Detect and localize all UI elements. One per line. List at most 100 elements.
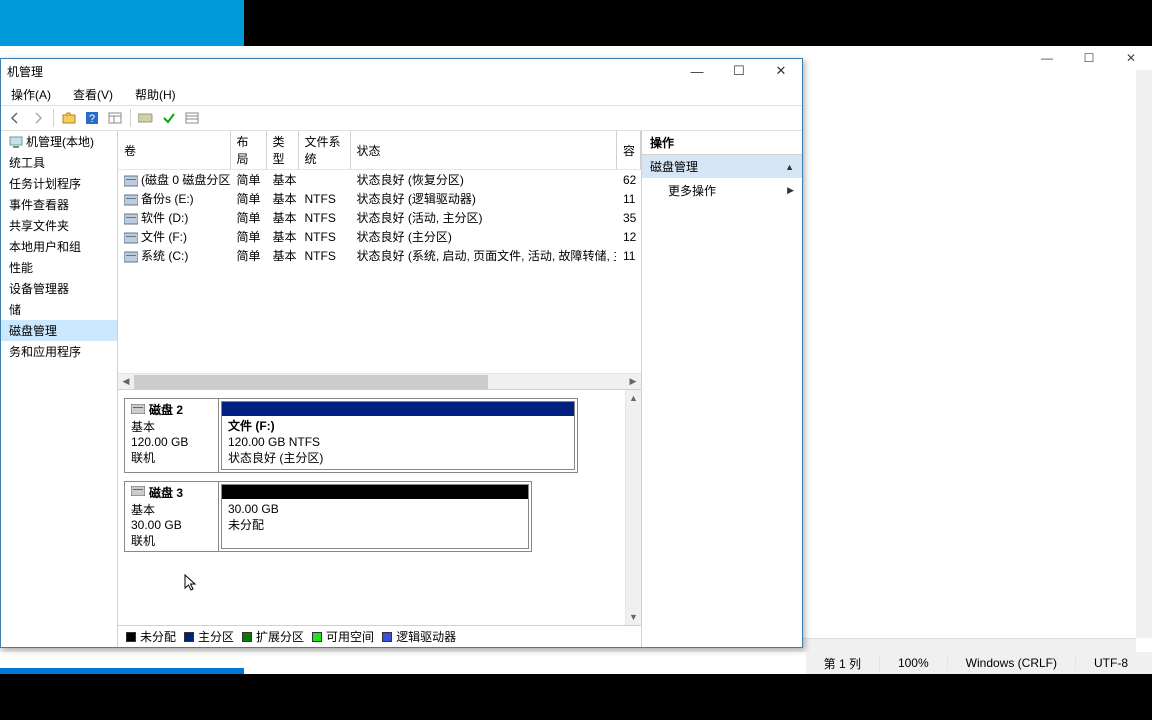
partition-status: 未分配: [228, 517, 522, 533]
table-row[interactable]: 系统 (C:)简单基本NTFS状态良好 (系统, 启动, 页面文件, 活动, 故…: [118, 246, 641, 265]
window-titlebar[interactable]: 机管理 — ☐ ✕: [1, 59, 802, 83]
tree-item-device-manager[interactable]: 设备管理器: [1, 278, 117, 299]
volume-icon: [124, 232, 138, 244]
col-layout[interactable]: 布局: [230, 131, 266, 170]
cell-type: 基本: [266, 208, 298, 227]
bg-minimize-button[interactable]: —: [1026, 46, 1068, 70]
volume-icon: [124, 213, 138, 225]
check-button[interactable]: [159, 108, 179, 128]
maximize-button[interactable]: ☐: [718, 59, 760, 83]
cell-layout: 简单: [230, 208, 266, 227]
up-button[interactable]: [59, 108, 79, 128]
cell-type: 基本: [266, 170, 298, 190]
actions-group-disk-management[interactable]: 磁盘管理 ▲: [642, 155, 802, 178]
refresh-button[interactable]: ?: [82, 108, 102, 128]
scroll-left-icon[interactable]: ◀: [118, 374, 134, 390]
tree-item-local-users[interactable]: 本地用户和组: [1, 236, 117, 257]
titlebar-background: [0, 0, 244, 46]
partition-label: 文件 (F:): [228, 418, 568, 434]
navigation-tree[interactable]: 机管理(本地) 统工具 任务计划程序 事件查看器 共享文件夹 本地用户和组 性能…: [1, 131, 118, 647]
disk-2-info[interactable]: 磁盘 2 基本 120.00 GB 联机: [124, 398, 218, 473]
folder-up-icon: [62, 111, 76, 125]
disk-2-size: 120.00 GB: [131, 435, 212, 449]
tree-item-services[interactable]: 务和应用程序: [1, 341, 117, 362]
scroll-right-icon[interactable]: ▶: [625, 374, 641, 390]
menu-help[interactable]: 帮助(H): [131, 85, 180, 104]
cell-type: 基本: [266, 246, 298, 265]
col-type[interactable]: 类型: [266, 131, 298, 170]
cell-fs: NTFS: [298, 208, 350, 227]
back-button[interactable]: [5, 108, 25, 128]
cell-volume: 软件 (D:): [118, 208, 230, 227]
actions-header: 操作: [642, 131, 802, 155]
col-status[interactable]: 状态: [350, 131, 617, 170]
properties-icon: [108, 111, 122, 125]
minimize-button[interactable]: —: [676, 59, 718, 83]
disk-3-title: 磁盘 3: [149, 484, 183, 501]
hscroll-thumb[interactable]: [134, 375, 488, 389]
disk-3-unallocated[interactable]: 30.00 GB 未分配: [221, 484, 529, 549]
cell-status: 状态良好 (恢复分区): [350, 170, 617, 190]
col-capacity[interactable]: 容: [617, 131, 641, 170]
table-row[interactable]: 软件 (D:)简单基本NTFS状态良好 (活动, 主分区)35: [118, 208, 641, 227]
legend-unallocated: 未分配: [126, 628, 176, 645]
table-row[interactable]: 备份s (E:)简单基本NTFS状态良好 (逻辑驱动器)11: [118, 189, 641, 208]
refresh-icon: ?: [85, 111, 99, 125]
volume-hscrollbar[interactable]: ◀ ▶: [118, 373, 641, 389]
menu-action[interactable]: 操作(A): [7, 85, 55, 104]
cell-layout: 简单: [230, 246, 266, 265]
cell-status: 状态良好 (逻辑驱动器): [350, 189, 617, 208]
bg-close-button[interactable]: ✕: [1110, 46, 1152, 70]
list-button[interactable]: [182, 108, 202, 128]
tree-item-storage[interactable]: 储: [1, 299, 117, 320]
cell-volume: 文件 (F:): [118, 227, 230, 246]
bg-maximize-button[interactable]: ☐: [1068, 46, 1110, 70]
collapse-icon: ▲: [785, 162, 794, 172]
cell-capacity: 12: [617, 227, 641, 246]
disk-legend: 未分配 主分区 扩展分区 可用空间 逻辑驱动器: [118, 625, 641, 647]
disk-2-partition-f[interactable]: 文件 (F:) 120.00 GB NTFS 状态良好 (主分区): [221, 401, 575, 470]
disk-3-online: 联机: [131, 532, 212, 549]
tree-item-shared-folders[interactable]: 共享文件夹: [1, 215, 117, 236]
menu-bar: 操作(A) 查看(V) 帮助(H): [1, 83, 802, 105]
cell-layout: 简单: [230, 227, 266, 246]
help-button[interactable]: [136, 108, 156, 128]
cell-fs: NTFS: [298, 246, 350, 265]
disk-row-3: 磁盘 3 基本 30.00 GB 联机 30.00 GB: [124, 481, 619, 552]
col-volume[interactable]: 卷: [118, 131, 230, 170]
disk-2-online: 联机: [131, 449, 212, 466]
tree-root-label: 机管理(本地): [26, 133, 94, 150]
forward-button[interactable]: [28, 108, 48, 128]
background-status-bar: 第 1 列 100% Windows (CRLF) UTF-8: [806, 652, 1152, 674]
tree-item-performance[interactable]: 性能: [1, 257, 117, 278]
forward-icon: [31, 111, 45, 125]
disk-vscrollbar[interactable]: ▲ ▼: [625, 390, 641, 625]
cell-layout: 简单: [230, 189, 266, 208]
properties-button[interactable]: [105, 108, 125, 128]
tree-item-disk-management[interactable]: 磁盘管理: [1, 320, 117, 341]
legend-extended: 扩展分区: [242, 628, 304, 645]
actions-more[interactable]: 更多操作 ▶: [642, 178, 802, 203]
tree-item-event-viewer[interactable]: 事件查看器: [1, 194, 117, 215]
tree-item-task-scheduler[interactable]: 任务计划程序: [1, 173, 117, 194]
col-filesystem[interactable]: 文件系统: [298, 131, 350, 170]
cell-volume: (磁盘 0 磁盘分区 2): [118, 170, 230, 190]
status-charset: UTF-8: [1076, 656, 1146, 670]
tree-root[interactable]: 机管理(本地): [1, 131, 117, 152]
close-button[interactable]: ✕: [760, 59, 802, 83]
tree-item-system-tools[interactable]: 统工具: [1, 152, 117, 173]
legend-primary: 主分区: [184, 628, 234, 645]
scroll-down-icon[interactable]: ▼: [626, 609, 641, 625]
legend-logical: 逻辑驱动器: [382, 628, 456, 645]
table-row[interactable]: (磁盘 0 磁盘分区 2)简单基本状态良好 (恢复分区)62: [118, 170, 641, 190]
window-title: 机管理: [7, 63, 43, 80]
table-row[interactable]: 文件 (F:)简单基本NTFS状态良好 (主分区)12: [118, 227, 641, 246]
disk-3-info[interactable]: 磁盘 3 基本 30.00 GB 联机: [124, 481, 218, 552]
volume-table[interactable]: 卷 布局 类型 文件系统 状态 容 (磁盘 0 磁盘分区 2)简单基本状态良好 …: [118, 131, 641, 265]
computer-management-window: 机管理 — ☐ ✕ 操作(A) 查看(V) 帮助(H) ?: [0, 58, 803, 648]
disk-icon: [131, 403, 145, 417]
scroll-up-icon[interactable]: ▲: [626, 390, 641, 406]
computer-icon: [9, 135, 23, 149]
menu-view[interactable]: 查看(V): [69, 85, 117, 104]
background-vertical-scrollbar[interactable]: [1136, 70, 1152, 638]
